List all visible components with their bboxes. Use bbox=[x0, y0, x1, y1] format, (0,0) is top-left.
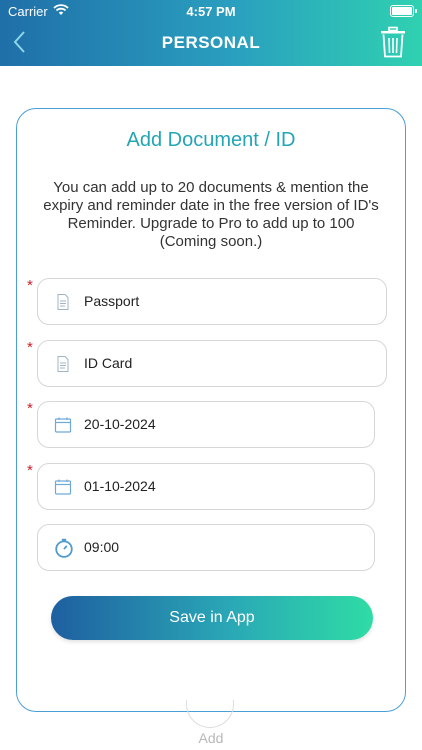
battery-icon bbox=[390, 5, 417, 17]
document-type-field[interactable]: Passport bbox=[37, 278, 387, 325]
required-mark: * bbox=[27, 400, 33, 417]
status-time: 4:57 PM bbox=[186, 4, 236, 19]
card-title: Add Document / ID bbox=[126, 129, 296, 151]
status-bar: Carrier 4:57 PM bbox=[0, 0, 422, 22]
add-button[interactable]: Add bbox=[186, 700, 236, 750]
document-icon bbox=[57, 294, 69, 310]
reminder-date-value: 01-10-2024 bbox=[84, 478, 156, 494]
delete-button[interactable] bbox=[380, 26, 406, 58]
page-title: PERSONAL bbox=[161, 33, 261, 52]
document-name-value: ID Card bbox=[84, 355, 133, 371]
calendar-icon bbox=[54, 417, 72, 433]
add-button-circle bbox=[186, 700, 234, 728]
reminder-date-field[interactable]: 01-10-2024 bbox=[37, 463, 375, 510]
document-icon bbox=[57, 356, 69, 372]
save-in-app-button[interactable]: Save in App bbox=[51, 596, 373, 640]
card-description: You can add up to 20 documents & mention… bbox=[43, 179, 379, 250]
required-mark: * bbox=[27, 339, 33, 356]
expiry-date-value: 20-10-2024 bbox=[84, 416, 156, 432]
document-type-value: Passport bbox=[84, 293, 140, 309]
add-document-card: Add Document / ID You can add up to 20 d… bbox=[16, 108, 406, 712]
stopwatch-icon bbox=[55, 538, 73, 558]
required-mark: * bbox=[27, 277, 33, 294]
reminder-time-field[interactable]: 09:00 bbox=[37, 524, 375, 571]
reminder-time-value: 09:00 bbox=[84, 539, 120, 555]
add-label: Add bbox=[198, 730, 224, 746]
document-name-field[interactable]: ID Card bbox=[37, 340, 387, 387]
calendar-icon bbox=[54, 479, 72, 495]
expiry-date-field[interactable]: 20-10-2024 bbox=[37, 401, 375, 448]
trash-icon bbox=[381, 26, 405, 58]
app-header: Carrier 4:57 PM PERSONAL bbox=[0, 0, 422, 66]
required-mark: * bbox=[27, 462, 33, 479]
